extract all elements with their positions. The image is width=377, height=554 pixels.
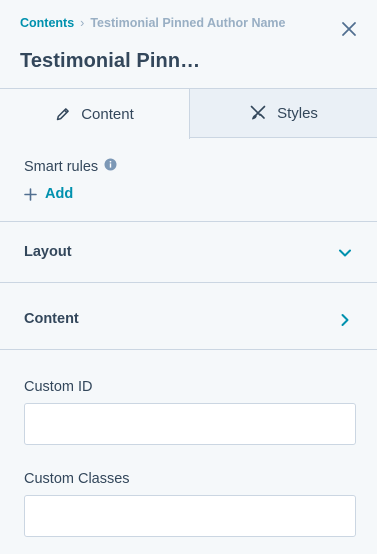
smart-rules-label: Smart rules	[24, 158, 99, 175]
smart-rules-heading: Smart rules	[24, 158, 117, 175]
close-button[interactable]	[340, 20, 358, 38]
breadcrumb-current: Testimonial Pinned Author Name	[90, 16, 286, 30]
section-layout[interactable]: Layout	[0, 223, 377, 283]
section-layout-label: Layout	[24, 244, 72, 260]
info-icon[interactable]	[104, 158, 117, 175]
pencil-icon	[56, 108, 70, 121]
brush-icon	[250, 105, 266, 120]
panel-header: Contents › Testimonial Pinned Author Name …	[0, 0, 377, 88]
page-title: Testimonial Pinn…	[20, 50, 201, 72]
module-editor-panel: Contents › Testimonial Pinned Author Name …	[0, 0, 377, 554]
tab-content[interactable]: Content	[0, 89, 190, 139]
custom-id-input[interactable]	[24, 403, 356, 445]
tab-bar: Content Styles	[0, 88, 377, 139]
breadcrumb-link-contents[interactable]: Contents	[20, 16, 74, 30]
chevron-right-icon	[341, 314, 349, 326]
section-content-label: Content	[24, 311, 79, 327]
add-label: Add	[45, 186, 74, 202]
plus-icon	[24, 187, 37, 201]
section-content[interactable]: Content	[0, 290, 377, 350]
custom-classes-label: Custom Classes	[24, 471, 130, 487]
smart-rules-section: Smart rules Add	[0, 138, 377, 222]
close-icon	[342, 22, 356, 36]
custom-classes-input[interactable]	[24, 495, 356, 537]
breadcrumb: Contents › Testimonial Pinned Author Name	[20, 16, 286, 30]
custom-id-label: Custom ID	[24, 379, 93, 395]
chevron-down-icon	[339, 249, 351, 257]
tab-styles[interactable]: Styles	[190, 89, 377, 138]
breadcrumb-separator: ›	[80, 16, 85, 30]
tab-styles-label: Styles	[277, 104, 318, 122]
add-smart-rule-button[interactable]: Add	[24, 186, 73, 202]
tab-content-label: Content	[81, 105, 134, 123]
